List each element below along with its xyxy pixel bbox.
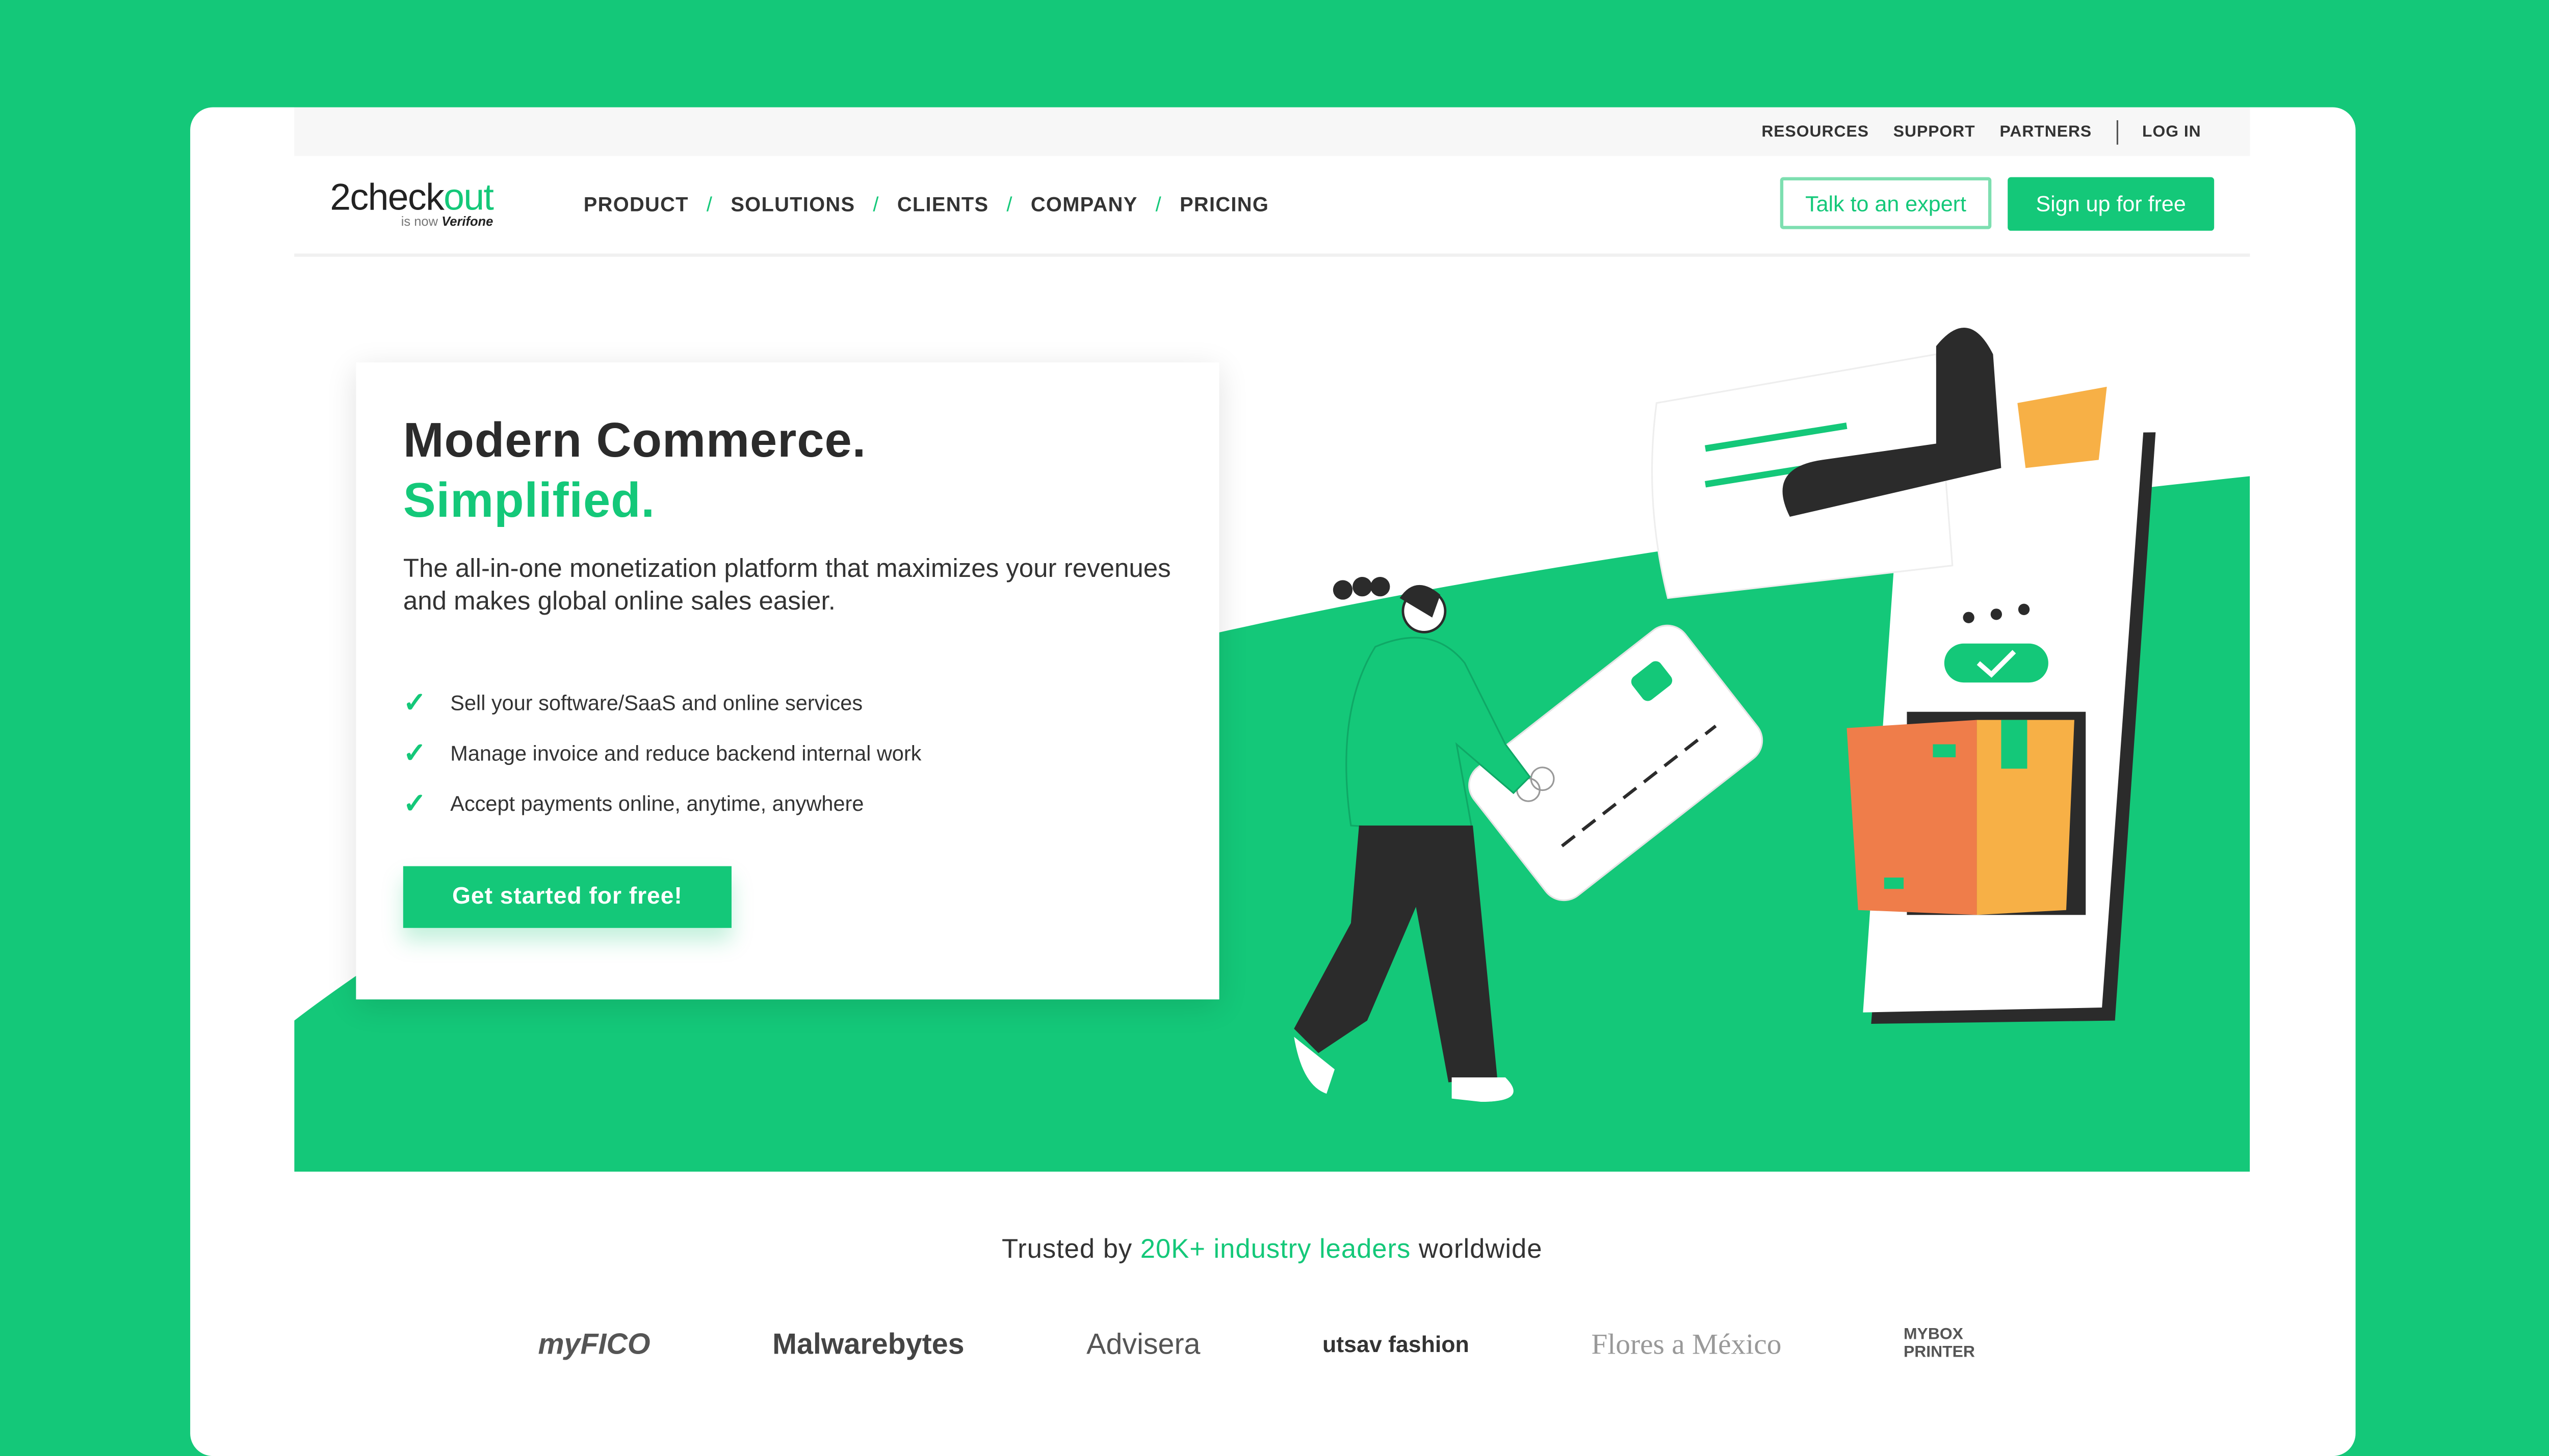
check-icon: ✓	[403, 686, 427, 718]
logo-flores-mexico: Flores a México	[1591, 1327, 1782, 1360]
client-logos: myFICO Malwarebytes Advisera utsav fashi…	[538, 1326, 2001, 1362]
logo-sub-prefix: is now	[401, 214, 438, 229]
trusted-heading: Trusted by 20K+ industry leaders worldwi…	[294, 1235, 2250, 1266]
utility-bar: RESOURCES SUPPORT PARTNERS LOG IN	[294, 107, 2250, 156]
login-link[interactable]: LOG IN	[2142, 123, 2201, 141]
hero-title-line: Modern Commerce.	[403, 414, 867, 468]
logo-utsav: utsav fashion	[1322, 1331, 1469, 1357]
logo[interactable]: 2checkout is now Verifone	[330, 175, 494, 229]
feature-item: ✓ Sell your software/SaaS and online serv…	[403, 678, 922, 728]
package-box-icon	[1846, 711, 2086, 915]
divider	[2116, 120, 2118, 145]
sign-up-button[interactable]: Sign up for free	[2008, 177, 2215, 231]
logo-text-green: out	[444, 175, 494, 218]
hero-title: Modern Commerce. Simplified.	[403, 411, 866, 532]
nav-separator: /	[1006, 193, 1013, 217]
browser-card: RESOURCES SUPPORT PARTNERS LOG IN 2check…	[190, 107, 2356, 1456]
nav-solutions[interactable]: SOLUTIONS	[731, 193, 855, 216]
resources-link[interactable]: RESOURCES	[1761, 123, 1869, 141]
trusted-prefix: Trusted by	[1001, 1235, 1140, 1264]
hero-section: Modern Commerce. Simplified. The all-in-o…	[294, 257, 2250, 1172]
logo-malwarebytes: Malwarebytes	[772, 1327, 965, 1360]
nav-product[interactable]: PRODUCT	[584, 193, 689, 216]
nav-separator: /	[706, 193, 713, 217]
check-icon: ✓	[403, 737, 427, 768]
main-nav: 2checkout is now Verifone PRODUCT / SOLUT…	[294, 156, 2250, 257]
logo-text-dark: 2check	[330, 175, 444, 218]
logo-sub-brand: Verifone	[441, 214, 493, 229]
screenshot-stage: RESOURCES SUPPORT PARTNERS LOG IN 2check…	[0, 0, 2549, 1456]
feature-item: ✓ Manage invoice and reduce backend inter…	[403, 728, 922, 779]
hero-description: The all-in-one monetization platform tha…	[403, 555, 1171, 616]
nav-company[interactable]: COMPANY	[1031, 193, 1138, 216]
feature-text: Accept payments online, anytime, anywher…	[450, 791, 864, 816]
check-icon: ✓	[403, 787, 427, 818]
trusted-suffix: worldwide	[1411, 1235, 1543, 1264]
website-page: RESOURCES SUPPORT PARTNERS LOG IN 2check…	[294, 107, 2250, 1456]
logo-myfico: myFICO	[538, 1327, 651, 1360]
nav-separator: /	[873, 193, 879, 217]
logo-mybox-printer: MYBOX PRINTER	[1903, 1326, 1975, 1362]
nav-separator: /	[1155, 193, 1162, 217]
feature-text: Manage invoice and reduce backend intern…	[450, 741, 922, 765]
partners-link[interactable]: PARTNERS	[1999, 123, 2092, 141]
trusted-accent: 20K+ industry leaders	[1140, 1235, 1411, 1264]
support-link[interactable]: SUPPORT	[1893, 123, 1975, 141]
hero-title-accent: Simplified.	[403, 474, 656, 528]
feature-text: Sell your software/SaaS and online servi…	[450, 691, 863, 716]
nav-pricing[interactable]: PRICING	[1180, 193, 1269, 216]
nav-clients[interactable]: CLIENTS	[897, 193, 989, 216]
check-badge	[1944, 643, 2048, 683]
feature-item: ✓ Accept payments online, anytime, anywhe…	[403, 778, 922, 829]
logo-advisera: Advisera	[1086, 1327, 1201, 1360]
get-started-button[interactable]: Get started for free!	[403, 866, 732, 928]
hero-card: Modern Commerce. Simplified. The all-in-o…	[356, 362, 1219, 1000]
talk-to-expert-button[interactable]: Talk to an expert	[1780, 177, 1992, 229]
feature-list: ✓ Sell your software/SaaS and online serv…	[403, 678, 922, 829]
